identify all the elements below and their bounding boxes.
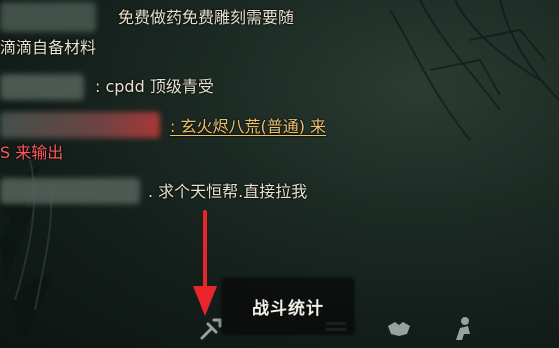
character-icon[interactable] bbox=[448, 314, 476, 342]
chat-message: 滴滴自备材料 bbox=[0, 38, 97, 57]
chat-item-link[interactable]: : 玄火烬八荒(普通) 来 bbox=[170, 117, 326, 137]
handshake-icon[interactable] bbox=[385, 314, 413, 342]
blurred-player-name bbox=[0, 74, 84, 100]
chat-message: : cpdd 顶级青受 bbox=[95, 77, 214, 96]
chat-message: S 来输出 bbox=[0, 143, 64, 162]
red-arrow-annotation bbox=[193, 210, 217, 316]
combat-stats-tooltip: 战斗统计 bbox=[222, 278, 354, 334]
blurred-player-name bbox=[0, 2, 96, 32]
chat-message: 免费做药免费雕刻需要随 bbox=[118, 8, 295, 27]
blurred-player-name bbox=[0, 178, 140, 204]
tooltip-label: 战斗统计 bbox=[252, 298, 324, 319]
blurred-player-name bbox=[0, 112, 160, 138]
chat-message: . 求个天恒帮.直接拉我 bbox=[148, 182, 308, 201]
chat-log: 免费做药免费雕刻需要随 滴滴自备材料 : cpdd 顶级青受 : 玄火烬八荒(普… bbox=[0, 0, 430, 215]
